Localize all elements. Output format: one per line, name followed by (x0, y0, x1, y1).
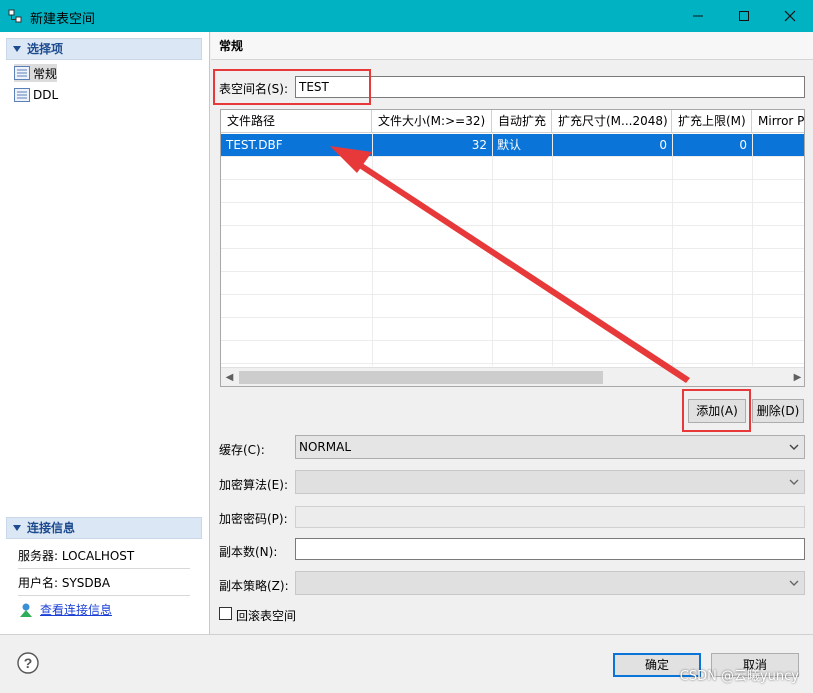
encrypt-algorithm-label: 加密算法(E): (219, 478, 288, 492)
main-pane: 常规 表空间名(S): TEST 文件路径 文件大小(M:>=32) 自动扩充 … (211, 32, 813, 634)
cache-label: 缓存(C): (219, 443, 265, 457)
close-button[interactable] (767, 0, 813, 32)
column-divider (372, 133, 373, 366)
tree-item-general[interactable]: 常规 (14, 64, 58, 82)
minimize-icon (693, 15, 703, 17)
table-row (221, 318, 804, 341)
connection-section-header[interactable]: 连接信息 (6, 517, 202, 539)
collapse-triangle-icon (13, 46, 21, 52)
scroll-right-icon[interactable]: ▶ (789, 368, 804, 386)
table-row (221, 180, 804, 203)
copy-policy-label: 副本策略(Z): (219, 579, 289, 593)
col-mirror[interactable]: Mirror P (752, 110, 804, 133)
table-row (221, 341, 804, 364)
maximize-icon (739, 11, 749, 21)
copies-label: 副本数(N): (219, 545, 278, 559)
left-pane: 选择项 常规 DDL 连接信息 服务器: LOCALHOST 用户名: SYSD… (0, 32, 210, 634)
table-row (221, 272, 804, 295)
column-divider (552, 133, 553, 366)
chevron-down-icon (789, 479, 799, 485)
rollback-label: 回滚表空间 (236, 609, 297, 623)
scrollbar-thumb[interactable] (239, 371, 603, 384)
chevron-down-icon (789, 444, 799, 450)
tree-item-label: 常规 (33, 66, 58, 81)
delete-button[interactable]: 删除(D) (752, 399, 804, 423)
scroll-left-icon[interactable]: ◀ (221, 368, 238, 386)
cell-auto-extend[interactable]: 默认 (492, 134, 552, 157)
help-icon[interactable]: ? (17, 652, 39, 674)
tree-item-ddl[interactable]: DDL (14, 86, 58, 104)
tree-item-label: DDL (33, 88, 59, 102)
cache-select-value: NORMAL (299, 440, 352, 454)
column-divider (492, 133, 493, 366)
section-title: 常规 (211, 32, 813, 60)
horizontal-scrollbar[interactable]: ◀ ▶ (221, 367, 804, 386)
table-row (221, 203, 804, 226)
connection-icon (20, 603, 32, 617)
cell-file-size[interactable]: 32 (372, 134, 492, 157)
chevron-down-icon (789, 580, 799, 586)
app-icon (8, 9, 22, 23)
collapse-triangle-icon (13, 525, 21, 531)
encrypt-password-input[interactable] (295, 506, 805, 528)
copy-policy-select[interactable] (295, 571, 805, 595)
window-title: 新建表空间 (30, 12, 96, 27)
cell-mirror[interactable] (752, 134, 804, 157)
table-row (221, 295, 804, 318)
document-icon (14, 88, 30, 102)
svg-text:?: ? (24, 655, 33, 671)
rollback-checkbox[interactable] (219, 607, 232, 620)
column-divider (672, 133, 673, 366)
col-file-path[interactable]: 文件路径 (221, 110, 372, 133)
selection-section-header[interactable]: 选择项 (6, 38, 202, 60)
server-info: 服务器: LOCALHOST (18, 543, 190, 569)
encrypt-password-label: 加密密码(P): (219, 512, 288, 526)
cell-extend-size[interactable]: 0 (552, 134, 672, 157)
maximize-button[interactable] (721, 0, 767, 32)
tablespace-name-input[interactable]: TEST (295, 76, 805, 98)
minimize-button[interactable] (675, 0, 721, 32)
col-extend-limit[interactable]: 扩充上限(M) (672, 110, 752, 133)
view-connection-link[interactable]: 查看连接信息 (40, 601, 112, 618)
table-row (221, 157, 804, 180)
datafile-table: 文件路径 文件大小(M:>=32) 自动扩充 扩充尺寸(M...2048) 扩充… (220, 109, 805, 387)
copies-input[interactable] (295, 538, 805, 560)
connection-header-label: 连接信息 (27, 521, 76, 535)
watermark: CSDN @云曦yuncy (679, 669, 799, 684)
annotation-box-add (682, 389, 751, 432)
cache-select[interactable]: NORMAL (295, 435, 805, 459)
document-icon (14, 66, 30, 80)
footer-bar: ? 确定 取消 CSDN @云曦yuncy (0, 634, 813, 693)
encrypt-algorithm-select[interactable] (295, 470, 805, 494)
view-connection-link-row[interactable]: 查看连接信息 (18, 601, 112, 618)
column-divider (752, 133, 753, 366)
cell-extend-limit[interactable]: 0 (672, 134, 752, 157)
table-header: 文件路径 文件大小(M:>=32) 自动扩充 扩充尺寸(M...2048) 扩充… (221, 110, 804, 133)
col-extend-size[interactable]: 扩充尺寸(M...2048) (552, 110, 672, 133)
title-bar: 新建表空间 (0, 0, 813, 32)
annotation-box-name (213, 69, 371, 105)
col-auto-extend[interactable]: 自动扩充 (492, 110, 552, 133)
close-icon (784, 10, 796, 22)
col-file-size[interactable]: 文件大小(M:>=32) (372, 110, 492, 133)
table-row (221, 249, 804, 272)
table-row[interactable]: TEST.DBF 32 默认 0 0 (221, 134, 804, 157)
cell-file-path[interactable]: TEST.DBF (221, 134, 372, 157)
table-row (221, 226, 804, 249)
selection-header-label: 选择项 (27, 42, 64, 56)
user-info: 用户名: SYSDBA (18, 570, 190, 596)
